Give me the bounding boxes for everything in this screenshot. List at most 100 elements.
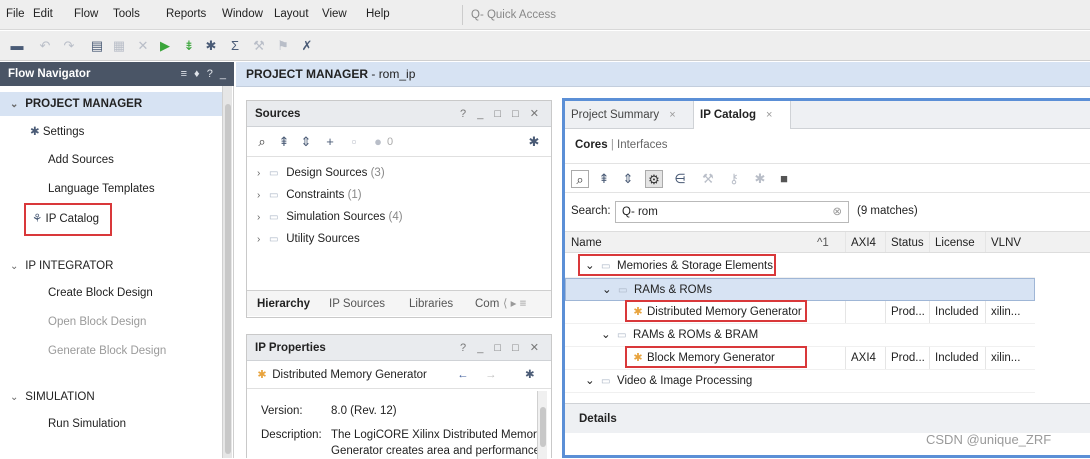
menu-layout[interactable]: Layout (274, 8, 309, 20)
menu-help[interactable]: Help (366, 8, 390, 20)
details-section[interactable]: Details (565, 403, 1090, 433)
tree-constraints[interactable]: › ▭ Constraints (1) (257, 185, 362, 205)
row-name: Video & Image Processing (617, 375, 753, 387)
menu-file[interactable]: File (6, 8, 25, 20)
info-icon[interactable]: ▫ (345, 133, 363, 151)
col-vlnv[interactable]: VLNV (985, 232, 1035, 252)
tree-label: Simulation Sources (286, 211, 386, 223)
gear-icon[interactable]: ✱ (525, 133, 543, 151)
tree-utility-sources[interactable]: › ▭ Utility Sources (257, 229, 360, 249)
menu-flow[interactable]: Flow (74, 8, 98, 20)
stop-icon[interactable]: ■ (775, 170, 793, 188)
settings-icon[interactable]: ✱ (751, 170, 769, 188)
nav-create-block-design[interactable]: Create Block Design (48, 284, 153, 302)
catalog-row-selected[interactable]: ⌄ ▭ RAMs & ROMs (565, 278, 1035, 301)
settings-gear-icon[interactable]: ✱ (202, 37, 220, 55)
filter-icon[interactable]: ⚙ (645, 170, 663, 188)
ip-properties-window-controls[interactable]: ? _ □ □ ✕ (460, 335, 543, 361)
tab-ip-catalog[interactable]: IP Catalog × (693, 101, 791, 129)
nav-open-block-design[interactable]: Open Block Design (48, 313, 146, 331)
scrollbar-thumb[interactable] (225, 104, 231, 454)
menu-reports[interactable]: Reports (166, 8, 206, 20)
col-name[interactable]: Name (571, 232, 841, 252)
copy-icon[interactable]: ▤ (88, 37, 106, 55)
tab-compile-order[interactable]: Com (475, 291, 499, 317)
nav-add-sources[interactable]: Add Sources (48, 151, 114, 169)
collapse-all-icon[interactable]: ⇞ (595, 170, 613, 188)
add-icon[interactable]: + (321, 133, 339, 151)
nav-generate-block-design[interactable]: Generate Block Design (48, 342, 166, 360)
row-chevron-down-icon[interactable]: ⌄ (585, 370, 595, 392)
open-project-icon[interactable]: ▬ (8, 37, 26, 55)
watermark: CSDN @unique_ZRF (926, 432, 1052, 447)
subtab-interfaces[interactable]: Interfaces (617, 139, 668, 151)
tab-project-summary[interactable]: Project Summary × (565, 101, 695, 129)
hierarchy-icon[interactable]: ⋳ (671, 170, 689, 188)
tree-design-sources[interactable]: › ▭ Design Sources (3) (257, 163, 385, 183)
flow-navigator-scrollbar[interactable] (222, 86, 232, 458)
tab-libraries[interactable]: Libraries (409, 291, 453, 317)
tree-simulation-sources[interactable]: › ▭ Simulation Sources (4) (257, 207, 403, 227)
run-icon[interactable]: ▶ (156, 37, 174, 55)
section-simulation[interactable]: ⌄ SIMULATION (0, 385, 222, 409)
row-chevron-down-icon[interactable]: ⌄ (601, 324, 611, 346)
subtab-cores[interactable]: Cores (575, 139, 608, 151)
ip-properties-scrollbar[interactable] (537, 391, 547, 459)
clear-search-icon[interactable]: ⊗ (832, 202, 842, 222)
expand-all-icon[interactable]: ⇕ (619, 170, 637, 188)
step-icon[interactable]: ⇟ (180, 37, 198, 55)
row-license: Included (929, 347, 985, 369)
catalog-subtabs: Cores | Interfaces (575, 139, 668, 151)
scrollbar-thumb[interactable] (540, 407, 546, 447)
folder-icon: ▭ (617, 330, 627, 341)
paste-icon[interactable]: ▦ (110, 37, 128, 55)
row-chevron-down-icon[interactable]: ⌄ (602, 279, 612, 300)
menu-tools[interactable]: Tools (113, 8, 140, 20)
search-icon[interactable]: ⌕ (253, 133, 271, 151)
project-manager-label: PROJECT MANAGER (246, 67, 369, 81)
catalog-search-input[interactable]: Q- rom ⊗ (615, 201, 849, 223)
menu-edit[interactable]: Edit (33, 8, 53, 20)
section-ip-integrator[interactable]: ⌄ IP INTEGRATOR (0, 254, 222, 278)
quick-access-search[interactable]: Q- Quick Access (462, 5, 612, 25)
folder-icon: ▭ (269, 168, 279, 179)
undo-icon[interactable]: ↶ (36, 37, 54, 55)
forward-arrow-icon[interactable]: → (485, 361, 497, 389)
menu-window[interactable]: Window (222, 8, 263, 20)
col-license[interactable]: License (929, 232, 985, 252)
catalog-row[interactable]: ⌄ ▭ Video & Image Processing (565, 370, 1035, 393)
col-status[interactable]: Status (885, 232, 929, 252)
close-icon[interactable]: × (766, 109, 772, 121)
nav-language-templates[interactable]: Language Templates (48, 180, 155, 198)
flow-navigator-controls[interactable]: ≡ ♦ ? _ (181, 62, 228, 86)
back-arrow-icon[interactable]: ← (457, 361, 469, 389)
sources-window-controls[interactable]: ? _ □ □ ✕ (460, 101, 543, 127)
close-icon[interactable]: × (669, 109, 675, 121)
tab-ip-sources[interactable]: IP Sources (329, 291, 385, 317)
section-project-manager[interactable]: ⌄ PROJECT MANAGER (0, 92, 222, 116)
gear-icon[interactable]: ✱ (525, 361, 535, 389)
sources-count: 0 (387, 136, 394, 148)
tool-c-icon[interactable]: ✗ (298, 37, 316, 55)
tool-a-icon[interactable]: ⚒ (250, 37, 268, 55)
menu-view[interactable]: View (322, 8, 347, 20)
search-icon[interactable]: ⌕ (571, 170, 589, 188)
key-icon[interactable]: ⚷ (725, 170, 743, 188)
delete-icon[interactable]: ✕ (134, 37, 152, 55)
tab-hierarchy[interactable]: Hierarchy (257, 291, 310, 317)
wrench-icon[interactable]: ⚒ (699, 170, 717, 188)
tool-b-icon[interactable]: ⚑ (274, 37, 292, 55)
nav-settings[interactable]: ✱ Settings (30, 123, 84, 141)
nav-run-simulation[interactable]: Run Simulation (48, 415, 126, 433)
tab-scroll-arrows-icon[interactable]: ⟨ ▸ ≡ (503, 291, 526, 317)
redo-icon[interactable]: ↷ (60, 37, 78, 55)
sigma-icon[interactable]: Σ (226, 37, 244, 55)
folder-icon: ▭ (618, 285, 628, 296)
col-axi4[interactable]: AXI4 (845, 232, 885, 252)
row-axi4 (845, 301, 885, 323)
collapse-all-icon[interactable]: ⇞ (275, 133, 293, 151)
chevron-right-icon: › (257, 168, 261, 179)
row-license: Included (929, 301, 985, 323)
expand-all-icon[interactable]: ⇕ (297, 133, 315, 151)
catalog-row[interactable]: ⌄ ▭ RAMs & ROMs & BRAM (565, 324, 1035, 347)
